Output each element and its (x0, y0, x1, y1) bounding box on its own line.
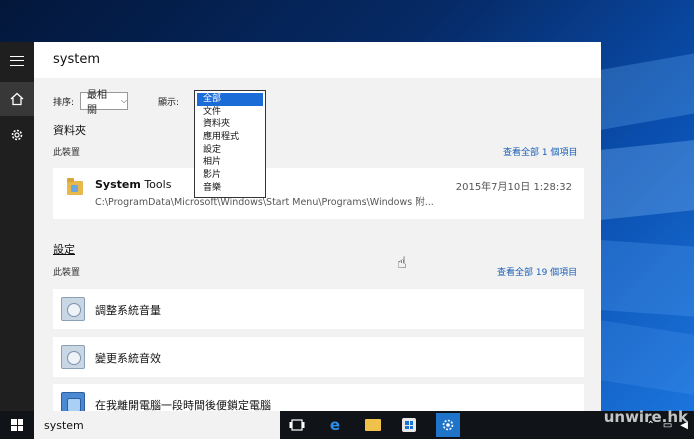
show-option[interactable]: 音樂 (197, 182, 263, 195)
home-button[interactable] (0, 82, 34, 116)
section-title-folders: 資料夾 (53, 124, 86, 137)
watermark-logo: unwire.hk (603, 408, 688, 426)
start-left-rail (0, 42, 34, 411)
show-option[interactable]: 應用程式 (197, 131, 263, 144)
show-option[interactable]: 相片 (197, 156, 263, 169)
search-header: system (34, 42, 601, 78)
setting-result-label: 變更系統音效 (95, 352, 161, 365)
show-option[interactable]: 資料夾 (197, 118, 263, 131)
edge-icon: e (329, 416, 341, 434)
setting-result-label: 調整系統音量 (95, 304, 161, 317)
hamburger-icon (10, 56, 24, 66)
setting-result-item[interactable]: 調整系統音量 (53, 289, 584, 329)
windows-logo-icon (11, 419, 23, 431)
taskbar-search-box[interactable]: system (34, 411, 280, 439)
taskbar: system e ⌃ ▭ ◀ (0, 411, 694, 439)
section-sub-settings: 此裝置 (53, 268, 81, 278)
setting-result-item[interactable]: 變更系統音效 (53, 337, 584, 377)
speaker-settings-icon (61, 297, 85, 321)
search-query-text[interactable]: system (53, 52, 100, 67)
sort-label: 排序: (53, 97, 75, 108)
show-label: 顯示: (158, 97, 180, 108)
result-system-tools[interactable]: System Tools C:\ProgramData\Microsoft\Wi… (53, 168, 584, 219)
chevron-down-icon: ⌵ (120, 96, 128, 105)
task-view-icon (289, 419, 305, 431)
show-option[interactable]: 全部 (197, 93, 263, 106)
sound-settings-icon (61, 345, 85, 369)
search-results-panel: system 排序: 最相關 ⌵ 顯示: 資料夾 此裝置 查看全部 1 個項目 … (34, 42, 601, 411)
desktop-light-beam (600, 48, 694, 131)
settings-button[interactable] (0, 118, 34, 152)
taskbar-search-text: system (44, 418, 84, 432)
show-option[interactable]: 影片 (197, 169, 263, 182)
show-option[interactable]: 設定 (197, 144, 263, 157)
start-button[interactable] (0, 411, 34, 439)
sort-dropdown[interactable]: 最相關 ⌵ (80, 90, 129, 116)
desktop-light-beam (600, 320, 694, 400)
folder-icon (365, 419, 381, 431)
store-button[interactable] (398, 415, 420, 435)
show-option[interactable]: 文件 (197, 106, 263, 119)
edge-browser-button[interactable]: e (324, 415, 346, 435)
settings-app-button[interactable] (436, 413, 460, 437)
desktop-light-beam (600, 137, 694, 220)
setting-result-item[interactable]: 在我離開電腦一段時間後便鎖定電腦 (53, 384, 584, 411)
gear-icon (442, 419, 454, 431)
home-icon (10, 92, 24, 106)
filter-row: 排序: 最相關 ⌵ 顯示: (53, 90, 180, 116)
setting-result-label: 在我離開電腦一段時間後便鎖定電腦 (95, 399, 271, 411)
show-filter-dropdown-list[interactable]: 全部 文件 資料夾 應用程式 設定 相片 影片 音樂 (194, 90, 266, 198)
desktop-light-beam (600, 240, 694, 319)
section-title-settings[interactable]: 設定 (53, 241, 75, 257)
result-title: System Tools (95, 178, 172, 191)
store-icon (402, 418, 416, 432)
file-explorer-button[interactable] (362, 415, 384, 435)
task-view-button[interactable] (286, 415, 308, 435)
section-sub-folders: 此裝置 (53, 148, 81, 158)
hamburger-menu-button[interactable] (0, 44, 34, 78)
lock-screen-settings-icon (61, 392, 85, 411)
folder-icon (67, 178, 83, 195)
result-date: 2015年7月10日 1:28:32 (455, 182, 572, 193)
sort-value: 最相關 (87, 90, 108, 116)
see-all-settings-link[interactable]: 查看全部 19 個項目 (497, 265, 577, 278)
hand-cursor-icon: ☝ (397, 253, 407, 272)
gear-icon (11, 129, 23, 141)
see-all-folders-link[interactable]: 查看全部 1 個項目 (503, 145, 577, 158)
result-path: C:\ProgramData\Microsoft\Windows\Start M… (95, 197, 434, 208)
